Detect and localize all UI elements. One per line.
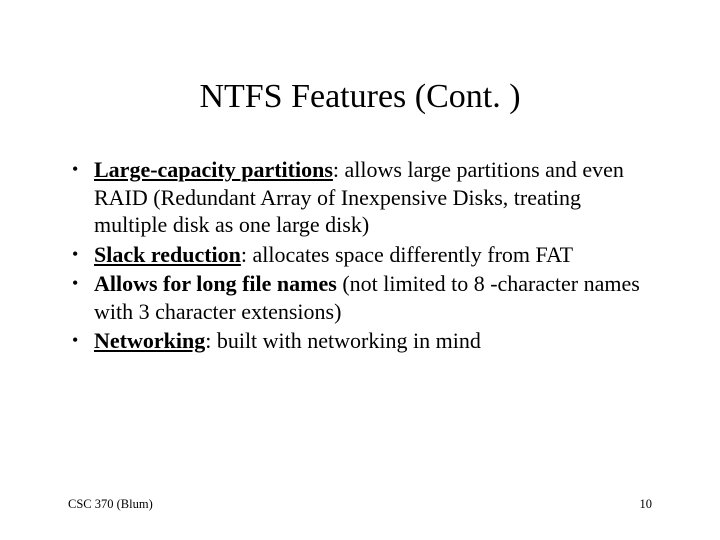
slide: NTFS Features (Cont. ) • Large-capacity … — [0, 0, 720, 540]
bullet-item: • Large-capacity partitions: allows larg… — [68, 156, 652, 239]
bullet-dot-icon: • — [68, 241, 94, 268]
bullet-dot-icon: • — [68, 327, 94, 354]
bullet-item: • Slack reduction: allocates space diffe… — [68, 241, 652, 269]
bullet-item: • Networking: built with networking in m… — [68, 327, 652, 355]
bullet-item: • Allows for long file names (not limite… — [68, 270, 652, 325]
slide-title: NTFS Features (Cont. ) — [68, 78, 652, 116]
slide-content: • Large-capacity partitions: allows larg… — [68, 156, 652, 355]
bullet-dot-icon: • — [68, 156, 94, 183]
slide-footer: CSC 370 (Blum) 10 — [68, 497, 652, 512]
bullet-dot-icon: • — [68, 270, 94, 297]
bullet-text: Allows for long file names (not limited … — [94, 270, 652, 325]
bullet-text: Large-capacity partitions: allows large … — [94, 156, 652, 239]
footer-page-number: 10 — [640, 497, 653, 512]
bullet-text: Slack reduction: allocates space differe… — [94, 241, 652, 269]
bullet-text: Networking: built with networking in min… — [94, 327, 652, 355]
footer-left: CSC 370 (Blum) — [68, 497, 153, 512]
